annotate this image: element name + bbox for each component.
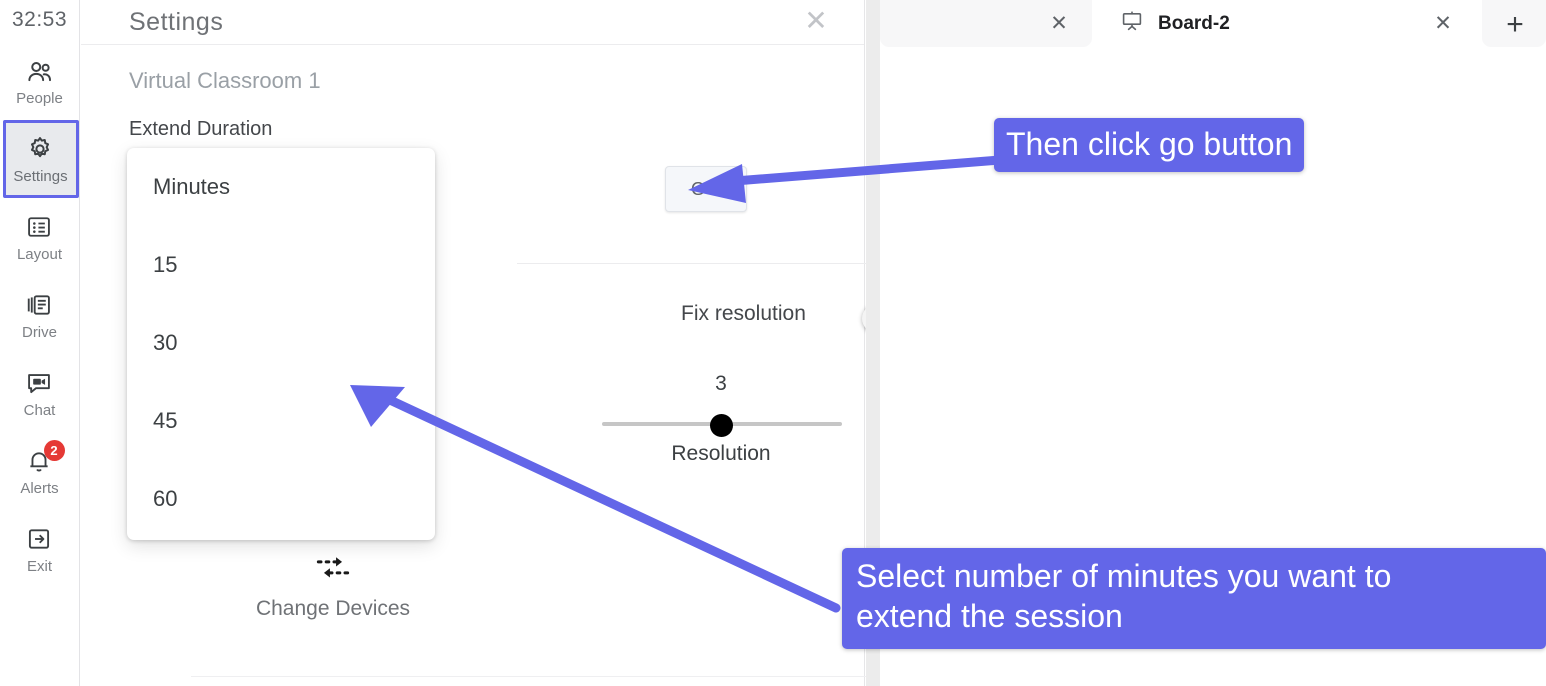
page-title: Settings bbox=[129, 7, 224, 36]
tab-strip: ✕ Board-2 ✕ + bbox=[880, 0, 1546, 47]
dropdown-header: Minutes bbox=[153, 174, 231, 199]
whiteboard-icon bbox=[1120, 9, 1144, 38]
plus-icon[interactable]: + bbox=[1500, 10, 1530, 40]
annotation-go-note: Then click go button bbox=[994, 118, 1305, 173]
change-devices-label: Change Devices bbox=[255, 597, 411, 620]
sidebar-item-drive[interactable]: Drive bbox=[0, 276, 80, 354]
tab-board-2[interactable]: Board-2 ✕ bbox=[1092, 0, 1482, 47]
sidebar-item-people[interactable]: People bbox=[0, 42, 80, 120]
resolution-value: 3 bbox=[715, 372, 727, 395]
annotation-select-note: Select number of minutes you want to ext… bbox=[842, 548, 1546, 649]
alerts-badge: 2 bbox=[43, 440, 65, 461]
layout-icon bbox=[25, 213, 55, 243]
extend-duration-label: Extend Duration bbox=[129, 118, 273, 140]
gear-icon bbox=[26, 135, 56, 165]
sidebar-item-label: Alerts bbox=[20, 479, 59, 497]
swap-arrows-icon bbox=[241, 545, 425, 591]
resolution-label: Resolution bbox=[671, 442, 771, 465]
dropdown-option-45[interactable]: 45 bbox=[127, 382, 435, 460]
close-icon[interactable]: ✕ bbox=[1048, 12, 1070, 35]
resolution-slider[interactable] bbox=[602, 414, 842, 437]
chat-icon bbox=[25, 369, 55, 399]
room-name-label: Virtual Classroom 1 bbox=[129, 68, 321, 93]
slider-thumb[interactable] bbox=[710, 414, 733, 437]
sidebar-item-label: Settings bbox=[13, 167, 68, 185]
dropdown-option-15[interactable]: 15 bbox=[127, 226, 435, 304]
sidebar-item-label: Drive bbox=[21, 323, 57, 341]
go-button[interactable]: GO bbox=[665, 166, 747, 212]
minutes-dropdown-list[interactable]: Minutes 15 30 45 60 bbox=[127, 148, 435, 540]
sidebar-item-chat[interactable]: Chat bbox=[0, 354, 80, 432]
divider bbox=[517, 263, 901, 264]
sidebar-item-exit[interactable]: Exit bbox=[0, 510, 80, 588]
drive-icon bbox=[25, 291, 55, 321]
sidebar-item-label: People bbox=[16, 89, 63, 107]
sidebar-item-settings[interactable]: Settings bbox=[2, 120, 79, 198]
fix-resolution-label: Fix resolution bbox=[681, 302, 806, 325]
close-icon[interactable]: ✕ bbox=[1432, 12, 1454, 35]
settings-panel: Settings ✕ Virtual Classroom 1 Extend Du… bbox=[81, 0, 931, 686]
sidebar-item-label: Layout bbox=[16, 245, 63, 263]
sidebar-item-layout[interactable]: Layout bbox=[0, 198, 80, 276]
settings-panel-header: Settings ✕ bbox=[81, 0, 864, 45]
people-icon bbox=[25, 57, 55, 87]
divider bbox=[191, 676, 931, 677]
tab-label: Board-2 bbox=[1158, 12, 1230, 34]
change-devices-button[interactable]: Change Devices bbox=[241, 545, 425, 621]
left-nav-rail: 32:53 People Settings Layout Drive Chat … bbox=[0, 0, 80, 686]
close-icon[interactable]: ✕ bbox=[800, 6, 832, 38]
tab-previous[interactable]: ✕ bbox=[880, 0, 1092, 47]
session-timer: 32:53 bbox=[11, 8, 68, 31]
exit-icon bbox=[25, 525, 55, 555]
sidebar-item-label: Chat bbox=[23, 401, 56, 419]
sidebar-item-alerts[interactable]: 2 Alerts bbox=[0, 432, 80, 510]
sidebar-item-label: Exit bbox=[26, 557, 52, 575]
dropdown-option-60[interactable]: 60 bbox=[127, 460, 435, 538]
dropdown-option-30[interactable]: 30 bbox=[127, 304, 435, 382]
